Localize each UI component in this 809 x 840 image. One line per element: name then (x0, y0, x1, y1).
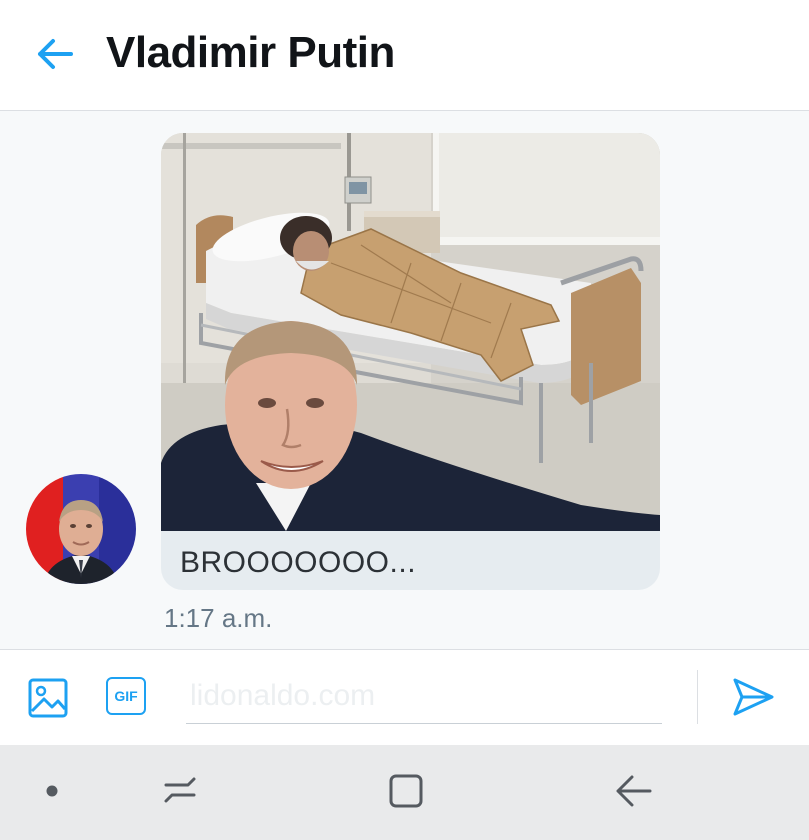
avatar-image (26, 474, 136, 584)
gif-label: GIF (114, 688, 138, 704)
add-gif-button[interactable]: GIF (106, 677, 146, 715)
home-square-icon (389, 774, 423, 808)
system-nav-bar (0, 745, 809, 840)
back-button[interactable] (34, 34, 76, 74)
conversation-header: Vladimir Putin (0, 0, 809, 111)
message-timestamp: 1:17 a.m. (164, 603, 273, 633)
back-arrow-icon (616, 775, 652, 807)
message-caption: BROOOOOOO... (180, 546, 417, 579)
nav-recent-apps-button[interactable] (160, 771, 200, 811)
image-icon (28, 678, 68, 718)
send-icon (733, 678, 774, 716)
message-input[interactable] (186, 668, 662, 724)
nav-home-button[interactable] (386, 771, 426, 811)
message-photo[interactable] (161, 133, 660, 531)
recent-apps-icon (164, 777, 196, 803)
composer-divider (697, 670, 698, 724)
message-bubble[interactable]: BROOOOOOO... (161, 133, 660, 590)
avatar[interactable] (26, 474, 136, 584)
dot-icon (46, 785, 58, 797)
add-image-button[interactable] (26, 675, 72, 721)
nav-back-button[interactable] (612, 771, 656, 811)
arrow-left-icon (38, 39, 73, 69)
page-title: Vladimir Putin (106, 28, 395, 77)
nav-dot-button[interactable] (44, 783, 60, 799)
send-button[interactable] (730, 674, 776, 720)
